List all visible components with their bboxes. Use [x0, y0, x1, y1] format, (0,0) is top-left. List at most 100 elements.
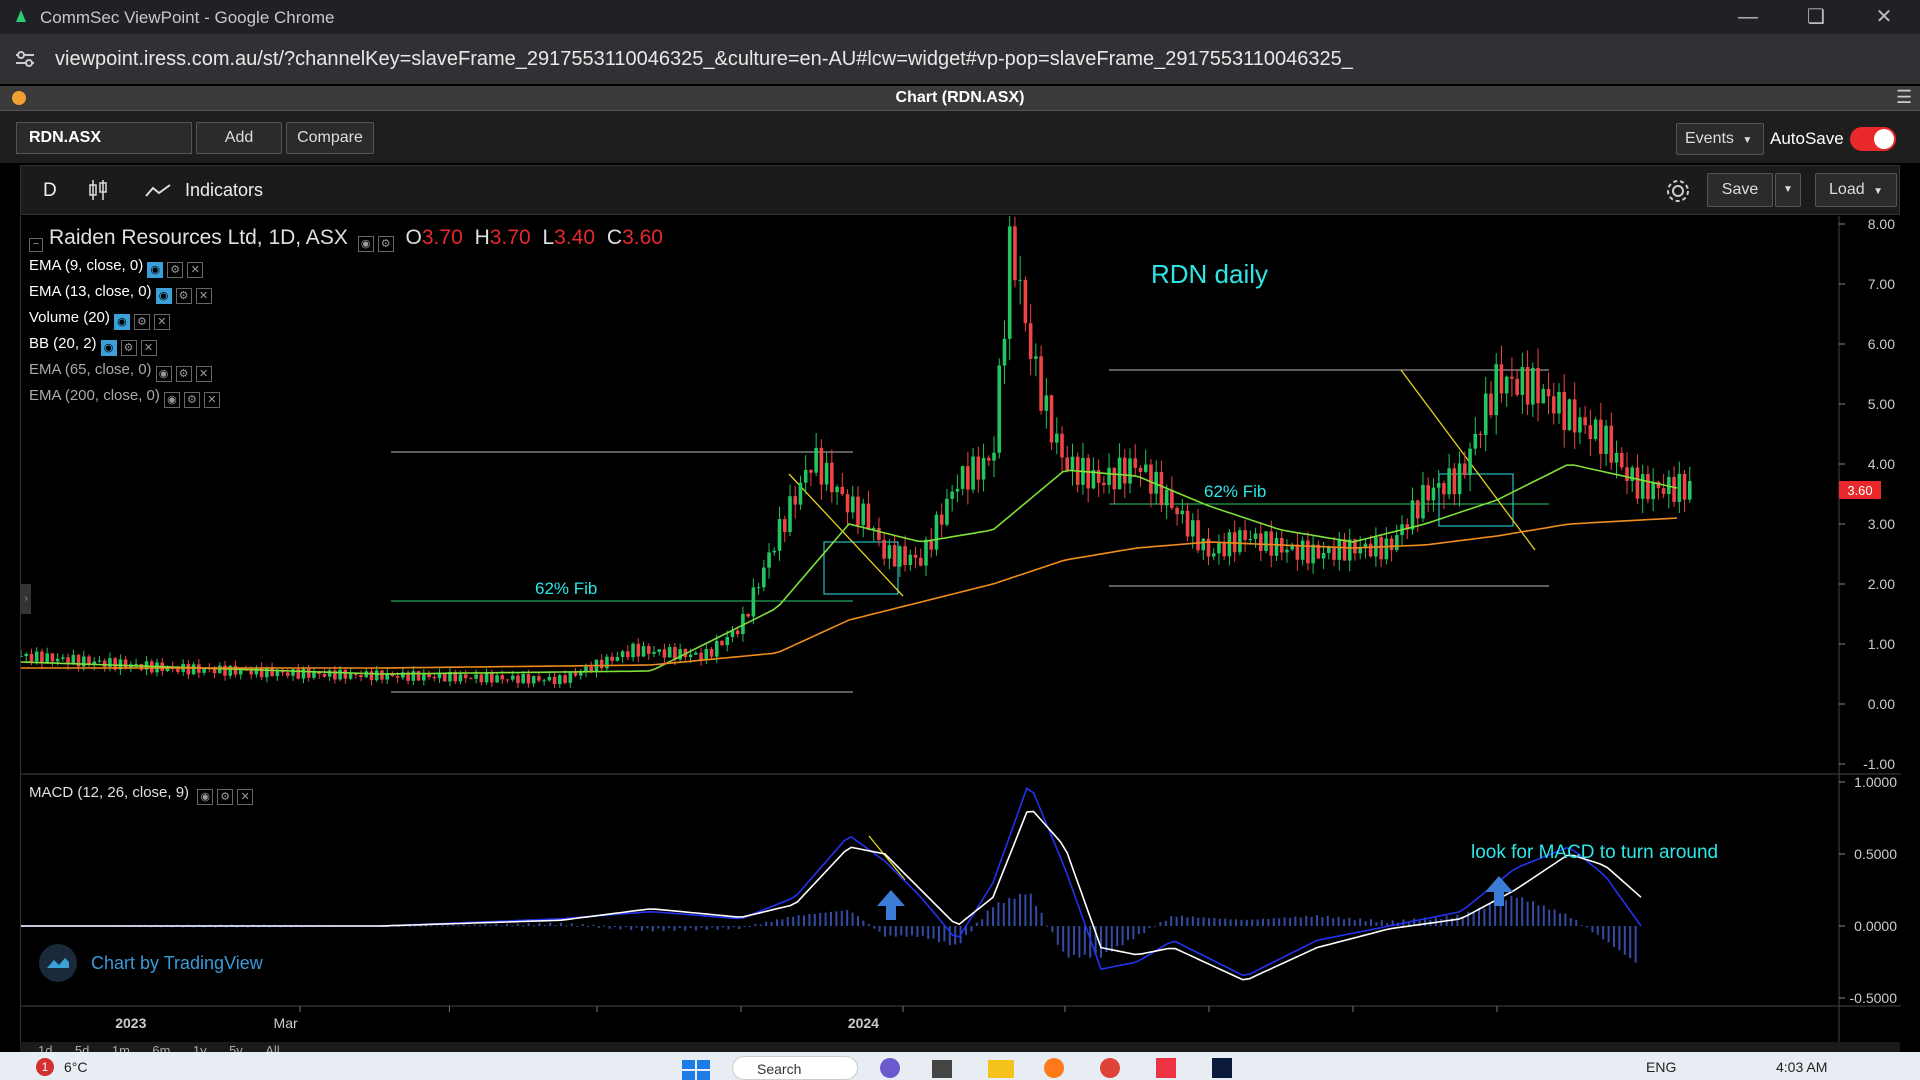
close-icon[interactable]: ✕ [195, 366, 212, 382]
url-field[interactable]: viewpoint.iress.com.au/st/?channelKey=sl… [55, 48, 1353, 71]
load-dropdown[interactable]: Load ▼ [1815, 173, 1897, 207]
save-button[interactable]: Save [1707, 173, 1773, 207]
eye-icon[interactable]: ◉ [357, 236, 374, 252]
side-panel-expand-icon[interactable]: › [21, 584, 31, 614]
close-icon[interactable]: ✕ [195, 288, 212, 304]
eye-icon[interactable]: ◉ [197, 789, 214, 805]
candle-body [1248, 538, 1253, 541]
events-dropdown[interactable]: Events ▼ [1676, 123, 1764, 155]
macd-histogram-bar [668, 926, 670, 929]
macd-histogram-bar [992, 907, 994, 926]
chart-area[interactable]: 8.00 7.00 6.00 5.00 4.00 3.00 2.00 1.00 0.00 -1.0… [20, 216, 1901, 1042]
gear-icon[interactable]: ⚙ [133, 314, 150, 330]
stocks-app-icon[interactable] [1212, 1058, 1232, 1078]
firefox-icon[interactable] [1044, 1058, 1064, 1078]
candle-body [1557, 391, 1561, 414]
macd-histogram-bar [1013, 898, 1016, 926]
site-info-icon[interactable] [14, 50, 36, 68]
gear-icon[interactable]: ⚙ [167, 262, 184, 278]
save-options-chevron-icon[interactable]: ▼ [1775, 173, 1801, 207]
eye-icon[interactable]: ◉ [163, 392, 180, 408]
macd-histogram-bar [1472, 912, 1475, 926]
indicators-icon[interactable] [145, 182, 171, 198]
close-icon[interactable]: ✕ [153, 314, 170, 330]
gear-icon[interactable]: ⚙ [377, 236, 394, 252]
eye-icon[interactable]: ◉ [155, 288, 172, 304]
macd-histogram-bar [1067, 926, 1070, 958]
candle-body [1013, 226, 1017, 281]
macd-histogram-bar [1137, 926, 1140, 935]
gear-icon[interactable]: ⚙ [217, 789, 234, 805]
indicators-button[interactable]: Indicators [185, 180, 263, 201]
gear-icon[interactable]: ⚙ [175, 288, 192, 304]
compare-button[interactable]: Compare [286, 122, 374, 154]
app-icon[interactable] [1156, 1058, 1176, 1078]
macd-histogram-bar [851, 912, 854, 926]
widget-menu-icon[interactable]: ☰ [1896, 87, 1912, 108]
macd-histogram-bar [1046, 925, 1048, 927]
close-icon[interactable]: ✕ [140, 340, 157, 356]
indicator-legend-row: EMA (9, close, 0) ◉ ⚙ ✕ [29, 257, 663, 278]
candle-body [1504, 376, 1509, 394]
macd-histogram-bar [1564, 913, 1567, 926]
symbol-input[interactable]: RDN.ASX [16, 122, 192, 154]
macd-histogram-bar [932, 926, 935, 939]
weather-temp[interactable]: 6°C [64, 1059, 88, 1075]
candles-style-icon[interactable] [87, 178, 109, 202]
high-value: 3.70 [489, 226, 531, 249]
system-clock[interactable]: 4:03 AM [1776, 1059, 1827, 1075]
macd-histogram-bar [1364, 921, 1367, 926]
macd-histogram-bar [1062, 926, 1065, 952]
macd-histogram-bar [884, 926, 886, 937]
candle-body [1060, 433, 1064, 458]
minimize-icon[interactable]: — [1718, 0, 1778, 34]
macd-histogram-bar [446, 925, 449, 927]
close-icon[interactable]: ✕ [237, 789, 254, 805]
autosave-toggle[interactable] [1850, 127, 1896, 151]
settings-gear-icon[interactable] [1665, 178, 1691, 204]
eye-icon[interactable]: ◉ [113, 314, 130, 330]
interval-button[interactable]: D [43, 180, 57, 202]
candle-body [505, 679, 510, 681]
close-icon[interactable]: ✕ [187, 262, 204, 278]
candle-body [1625, 467, 1629, 481]
gear-icon[interactable]: ⚙ [120, 340, 137, 356]
task-view-icon[interactable] [932, 1060, 952, 1078]
macd-histogram-bar [1121, 926, 1124, 946]
close-icon[interactable]: ✕ [203, 392, 220, 408]
tradingview-watermark[interactable]: Chart by TradingView [39, 944, 263, 982]
macd-histogram-bar [468, 925, 471, 927]
candle-body [610, 656, 614, 661]
candle-body [1646, 473, 1650, 500]
restore-icon[interactable]: ❏ [1786, 0, 1846, 34]
close-icon[interactable]: ✕ [1854, 0, 1914, 34]
chrome-icon[interactable] [1100, 1058, 1120, 1078]
gear-icon[interactable]: ⚙ [175, 366, 192, 382]
windows-start-icon[interactable] [682, 1060, 710, 1080]
candle-body [725, 636, 730, 646]
macd-histogram-bar [684, 926, 687, 931]
copilot-icon[interactable] [880, 1058, 900, 1078]
eye-icon[interactable]: ◉ [147, 262, 164, 278]
macd-annotation: look for MACD to turn around [1471, 842, 1718, 863]
taskbar-search[interactable]: Search [732, 1056, 858, 1080]
candle-body [1410, 500, 1415, 530]
candle-body [1002, 338, 1007, 366]
eye-icon[interactable]: ◉ [155, 366, 172, 382]
candle-body [484, 673, 489, 683]
open-value: 3.70 [421, 226, 463, 249]
file-explorer-icon[interactable] [988, 1060, 1014, 1078]
add-button[interactable]: Add [196, 122, 282, 154]
candle-body [767, 552, 771, 568]
language-indicator[interactable]: ENG [1646, 1059, 1676, 1075]
gear-icon[interactable]: ⚙ [183, 392, 200, 408]
collapse-legend-icon[interactable]: − [29, 238, 43, 252]
eye-icon[interactable]: ◉ [100, 340, 117, 356]
candle-body [803, 469, 808, 483]
candle-body [971, 456, 975, 490]
candle-body [599, 659, 604, 669]
tradingview-label: Chart by TradingView [91, 952, 263, 973]
candle-body [1107, 467, 1111, 485]
macd-histogram-bar [560, 922, 562, 926]
macd-histogram-bar [1002, 902, 1005, 926]
